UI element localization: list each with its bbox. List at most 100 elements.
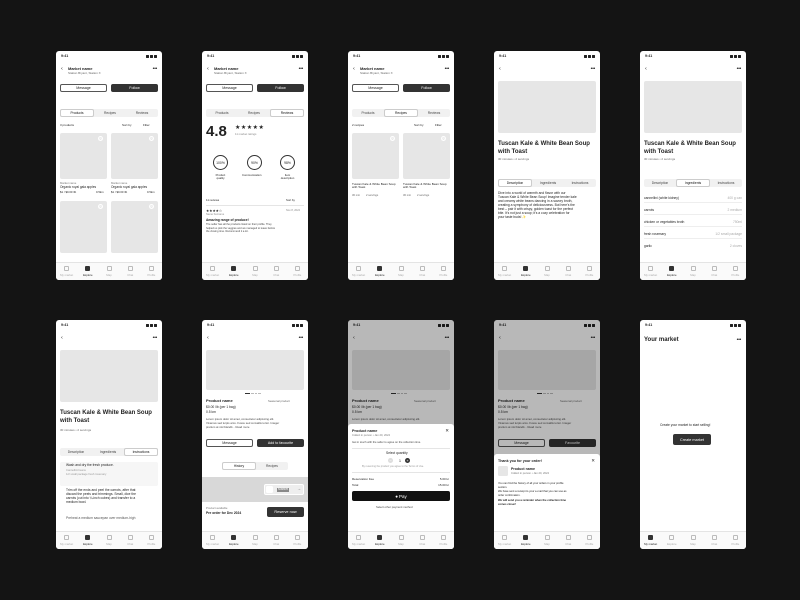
more-icon[interactable]: ••• [299, 67, 304, 72]
nav-my-market[interactable]: My market [202, 263, 223, 280]
more-icon[interactable]: ••• [445, 67, 450, 72]
nav-profile[interactable]: Profile [725, 263, 746, 280]
add-favourite-button[interactable]: Add to favourite [257, 439, 304, 447]
nav-profile[interactable]: Profile [433, 263, 454, 280]
tab-products[interactable]: Products [352, 109, 384, 117]
message-button[interactable]: Message [206, 84, 253, 92]
tab-instructions[interactable]: Instructions [710, 179, 742, 187]
sort-button[interactable]: Sort by [414, 123, 424, 127]
close-icon[interactable]: ✕ [445, 428, 449, 433]
nav-profile[interactable]: Profile [141, 263, 162, 280]
filter-button[interactable]: Filter [143, 123, 150, 127]
nav-explore[interactable]: Explore [223, 263, 244, 280]
nav-my-market[interactable]: My market [640, 263, 661, 280]
tab-description[interactable]: Description [60, 448, 92, 456]
tab-products[interactable]: Products [60, 109, 94, 117]
nav-chat[interactable]: Chat [412, 263, 433, 280]
nav-explore[interactable]: Explore [661, 263, 682, 280]
sort-button[interactable]: Sort by [286, 198, 295, 202]
nav-map[interactable]: Map [244, 263, 265, 280]
nav-my-market[interactable]: My market [640, 532, 661, 549]
nav-explore[interactable]: Explore [515, 263, 536, 280]
more-icon[interactable]: ••• [153, 336, 158, 341]
nav-map[interactable]: Map [98, 532, 119, 549]
nav-my-market[interactable]: My market [348, 263, 369, 280]
back-arrow-icon[interactable]: ‹ [207, 335, 209, 342]
tab-reviews[interactable]: Reviews [418, 109, 450, 117]
more-icon[interactable]: ••• [737, 338, 742, 343]
heart-icon[interactable]: ♡ [98, 136, 103, 141]
nav-my-market[interactable]: My market [348, 532, 369, 549]
nav-profile[interactable]: Profile [579, 532, 600, 549]
tab-reviews[interactable]: Reviews [270, 109, 304, 117]
filter-button[interactable]: Filter [435, 123, 442, 127]
nav-profile[interactable]: Profile [433, 532, 454, 549]
nav-explore[interactable]: Explore [77, 532, 98, 549]
nav-explore[interactable]: Explore [515, 532, 536, 549]
nav-chat[interactable]: Chat [120, 263, 141, 280]
increase-quantity-button[interactable]: + [405, 458, 410, 463]
tab-history[interactable]: History [222, 462, 256, 470]
more-icon[interactable]: ••• [299, 336, 304, 341]
back-arrow-icon[interactable]: ‹ [353, 66, 355, 73]
back-arrow-icon[interactable]: ‹ [207, 66, 209, 73]
tab-recipes[interactable]: Recipes [256, 462, 288, 470]
nav-my-market[interactable]: My market [56, 532, 77, 549]
nav-chat[interactable]: Chat [120, 532, 141, 549]
reserve-now-button[interactable]: Reserve now [267, 507, 304, 517]
more-icon[interactable]: ••• [591, 67, 596, 72]
tab-description[interactable]: Description [498, 179, 532, 187]
close-icon[interactable]: ✕ [591, 458, 595, 463]
tab-recipes[interactable]: Recipes [384, 109, 418, 117]
nav-profile[interactable]: Profile [141, 532, 162, 549]
nav-chat[interactable]: Chat [704, 532, 725, 549]
nav-explore[interactable]: Explore [369, 532, 390, 549]
back-arrow-icon[interactable]: ‹ [645, 66, 647, 73]
nav-explore[interactable]: Explore [661, 532, 682, 549]
heart-icon[interactable]: ♡ [98, 204, 103, 209]
heart-icon[interactable]: ♡ [441, 136, 446, 141]
nav-map[interactable]: Map [536, 532, 557, 549]
nav-explore[interactable]: Explore [369, 263, 390, 280]
heart-icon[interactable]: ♡ [390, 136, 395, 141]
tab-recipes[interactable]: Recipes [238, 109, 270, 117]
tab-products[interactable]: Products [206, 109, 238, 117]
back-arrow-icon[interactable]: ‹ [499, 66, 501, 73]
more-icon[interactable]: ••• [153, 67, 158, 72]
nav-chat[interactable]: Chat [412, 532, 433, 549]
tab-recipes[interactable]: Recipes [94, 109, 126, 117]
heart-icon[interactable]: ♡ [149, 204, 154, 209]
nav-profile[interactable]: Profile [579, 263, 600, 280]
nav-chat[interactable]: Chat [558, 532, 579, 549]
follow-button[interactable]: Follow [111, 84, 158, 92]
back-arrow-icon[interactable]: ‹ [61, 66, 63, 73]
nav-map[interactable]: Map [390, 532, 411, 549]
nav-chat[interactable]: Chat [558, 263, 579, 280]
carousel-dots[interactable] [245, 393, 261, 394]
nav-chat[interactable]: Chat [704, 263, 725, 280]
tab-ingredients[interactable]: Ingredients [92, 448, 124, 456]
nav-chat[interactable]: Chat [266, 532, 287, 549]
nav-my-market[interactable]: My market [494, 532, 515, 549]
other-payment-link[interactable]: Select other payment method [376, 505, 413, 509]
message-button[interactable]: Message [352, 84, 399, 92]
nav-map[interactable]: Map [244, 532, 265, 549]
tab-instructions[interactable]: Instructions [564, 179, 596, 187]
decrease-quantity-button[interactable]: − [388, 458, 393, 463]
nav-my-market[interactable]: My market [494, 263, 515, 280]
nav-map[interactable]: Map [98, 263, 119, 280]
tab-instructions[interactable]: Instructions [124, 448, 158, 456]
tab-description[interactable]: Description [644, 179, 676, 187]
apple-pay-button[interactable]: ● Pay [352, 491, 450, 501]
heart-icon[interactable]: ♡ [149, 136, 154, 141]
nav-chat[interactable]: Chat [266, 263, 287, 280]
more-icon[interactable]: ••• [737, 67, 742, 72]
nav-map[interactable]: Map [682, 532, 703, 549]
nav-my-market[interactable]: My market [56, 263, 77, 280]
follow-button[interactable]: Follow [403, 84, 450, 92]
nav-map[interactable]: Map [390, 263, 411, 280]
nav-my-market[interactable]: My market [202, 532, 223, 549]
sort-button[interactable]: Sort by [122, 123, 132, 127]
nav-profile[interactable]: Profile [287, 263, 308, 280]
back-arrow-icon[interactable]: ‹ [61, 335, 63, 342]
